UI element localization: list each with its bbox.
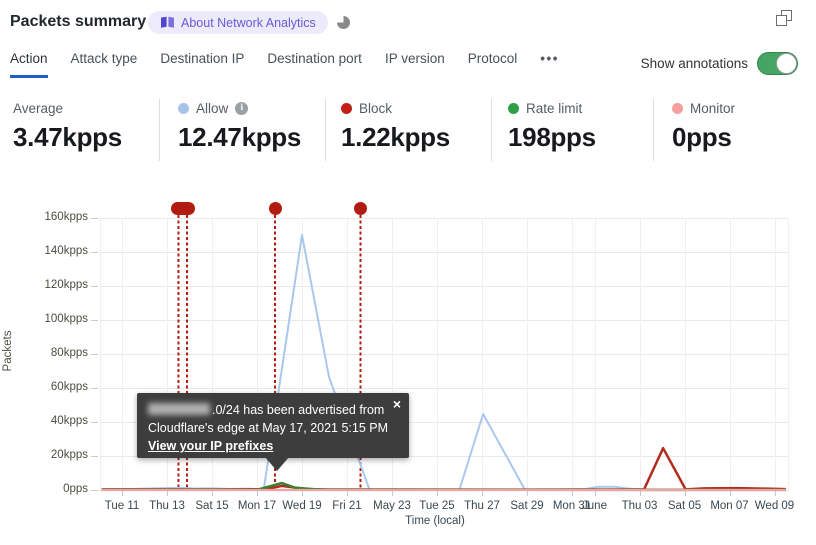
x-tick-label: Wed 09 xyxy=(754,500,795,512)
stat-monitor: Monitor 0pps xyxy=(672,100,735,153)
x-axis-title: Time (local) xyxy=(405,515,465,527)
tab-protocol[interactable]: Protocol xyxy=(468,51,518,78)
stat-divider xyxy=(653,99,654,161)
page-title: Packets summary xyxy=(10,13,147,30)
stat-value: 198pps xyxy=(508,122,596,152)
stat-value: 0pps xyxy=(672,122,732,152)
restore-window-icon[interactable] xyxy=(776,10,792,26)
y-tick-mark xyxy=(91,456,98,457)
about-network-analytics-badge[interactable]: About Network Analytics xyxy=(148,11,328,34)
info-icon[interactable]: i xyxy=(235,101,249,115)
y-tick-label: 0pps xyxy=(63,483,88,495)
stat-label: Rate limit xyxy=(526,100,583,116)
annotation-marker[interactable] xyxy=(268,202,282,215)
y-tick-label: 80kpps xyxy=(50,347,88,359)
stat-average: Average 3.47kpps xyxy=(13,100,122,153)
network-analytics-panel: Packets summary About Network Analytics … xyxy=(0,0,816,545)
toggle-knob xyxy=(776,53,797,74)
y-tick-mark xyxy=(91,388,98,389)
y-tick-mark xyxy=(91,354,98,355)
y-tick-mark xyxy=(91,422,98,423)
y-tick-label: 60kpps xyxy=(50,381,88,393)
annotation-marker[interactable] xyxy=(170,202,195,215)
restore-front-square xyxy=(776,15,787,26)
tab-destination-port[interactable]: Destination port xyxy=(267,51,362,78)
stat-label: Average xyxy=(13,100,64,116)
tab-ip-version[interactable]: IP version xyxy=(385,51,445,78)
y-tick-label: 100kpps xyxy=(44,313,88,325)
pie-status-icon xyxy=(337,16,350,29)
stat-divider xyxy=(325,99,326,161)
tooltip-caret xyxy=(265,457,289,471)
block-dot-icon xyxy=(341,102,352,114)
show-annotations-control: Show annotations xyxy=(641,52,798,75)
tab-attack-type[interactable]: Attack type xyxy=(71,51,138,78)
y-tick-mark xyxy=(91,252,98,253)
tab-action[interactable]: Action xyxy=(10,51,48,78)
stat-value: 3.47kpps xyxy=(13,122,122,152)
tooltip-line1: .0/24 has been advertised from xyxy=(148,401,399,419)
y-tick-label: 120kpps xyxy=(44,279,88,291)
close-icon[interactable]: × xyxy=(393,397,401,411)
redacted-ip-prefix xyxy=(148,403,210,415)
annotation-marker[interactable] xyxy=(354,202,367,215)
stat-label: Block xyxy=(359,100,393,116)
rate-limit-dot-icon xyxy=(508,102,519,114)
show-annotations-toggle[interactable] xyxy=(757,52,798,75)
more-tabs-icon[interactable]: ••• xyxy=(540,51,559,78)
stat-value: 1.22kpps xyxy=(341,122,450,152)
stat-label: Monitor xyxy=(690,100,736,116)
stat-value: 12.47kpps xyxy=(178,122,302,152)
stat-divider xyxy=(491,99,492,161)
dimension-tabs: Action Attack type Destination IP Destin… xyxy=(10,50,559,78)
tooltip-line2: Cloudflare's edge at May 17, 2021 5:15 P… xyxy=(148,421,389,435)
y-tick-mark xyxy=(91,286,98,287)
packets-time-series-chart: Packets Time (local) 0pps 20kpps 40kpps 60k… xyxy=(0,190,816,545)
y-tick-mark xyxy=(91,218,98,219)
y-tick-label: 20kpps xyxy=(50,449,88,461)
allow-dot-icon xyxy=(178,102,189,114)
y-tick-label: 40kpps xyxy=(50,415,88,427)
book-icon xyxy=(161,16,174,28)
annotation-tooltip: × .0/24 has been advertised from Cloudfl… xyxy=(137,393,409,458)
y-tick-mark xyxy=(91,320,98,321)
stat-rate-limit: Rate limit 198pps xyxy=(508,100,596,153)
tab-destination-ip[interactable]: Destination IP xyxy=(160,51,244,78)
y-tick-label: 140kpps xyxy=(44,245,88,257)
badge-label: About Network Analytics xyxy=(181,15,316,30)
stat-label: Allow xyxy=(196,100,229,116)
stat-block: Block 1.22kpps xyxy=(341,100,450,153)
stat-divider xyxy=(159,99,160,161)
stat-allow: Allow i 12.47kpps xyxy=(178,100,301,153)
monitor-dot-icon xyxy=(672,102,683,114)
y-tick-label: 160kpps xyxy=(44,211,88,223)
show-annotations-label: Show annotations xyxy=(640,56,748,71)
view-ip-prefixes-link[interactable]: View your IP prefixes xyxy=(148,439,273,453)
y-tick-mark xyxy=(91,490,98,491)
